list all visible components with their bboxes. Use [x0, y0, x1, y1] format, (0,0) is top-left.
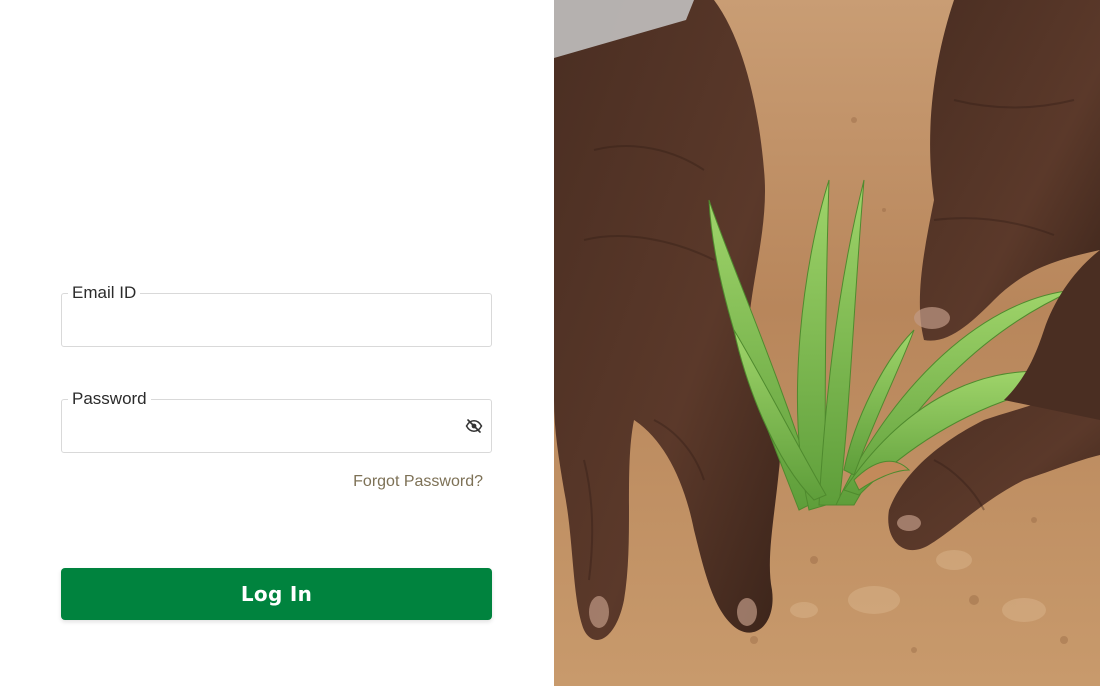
hero-photo	[554, 0, 1100, 686]
email-field[interactable]: Email ID	[61, 282, 492, 347]
hands-planting-seedlings-photo	[554, 0, 1100, 686]
password-input[interactable]	[74, 414, 458, 442]
forgot-password-link[interactable]: Forgot Password?	[353, 473, 483, 491]
password-field[interactable]: Password	[61, 388, 492, 453]
password-label: Password	[68, 388, 151, 410]
email-label: Email ID	[68, 282, 141, 304]
email-input[interactable]	[74, 308, 458, 336]
eye-off-icon[interactable]	[465, 417, 483, 435]
login-button[interactable]: Log In	[61, 568, 492, 620]
login-page: Email ID Password Forgot Password? Log I…	[0, 0, 1100, 686]
login-panel: Email ID Password Forgot Password? Log I…	[0, 0, 554, 686]
